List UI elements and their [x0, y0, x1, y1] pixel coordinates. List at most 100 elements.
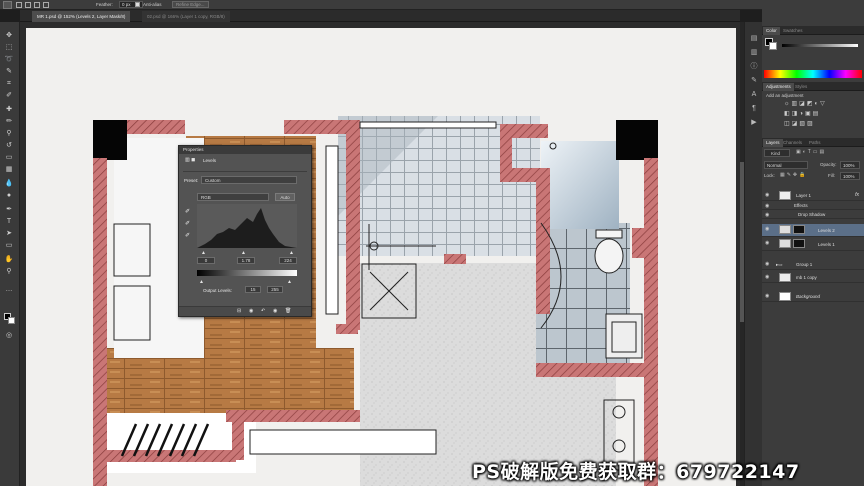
input-slider-mid-icon[interactable]: ▲ [241, 250, 246, 256]
layer-mask-thumbnail[interactable] [793, 225, 805, 234]
eyedropper-black-icon[interactable]: ✐ [185, 208, 190, 215]
gradient-tool-icon[interactable]: ▦ [3, 164, 15, 175]
blur-tool-icon[interactable]: 💧 [3, 178, 15, 189]
move-tool-icon[interactable]: ✥ [3, 30, 15, 41]
layer-mask-thumbnail[interactable] [793, 239, 805, 248]
output-white-field[interactable]: 255 [267, 286, 283, 293]
eyedropper-gray-icon[interactable]: ✐ [185, 220, 190, 227]
anti-alias-checkbox[interactable] [135, 2, 140, 7]
tab-paths[interactable]: Paths [806, 139, 824, 147]
layer-row-background[interactable]: ◉ Background [762, 291, 864, 302]
color-spectrum-bar[interactable] [764, 70, 862, 78]
dodge-tool-icon[interactable]: ● [3, 190, 15, 201]
document-tab-1[interactable]: MR 1.psd @ 152% (Levels 2, Layer Mask/8) [32, 11, 131, 22]
document-canvas[interactable] [26, 28, 736, 486]
visibility-eye-icon[interactable]: ◉ [765, 203, 769, 209]
preset-dropdown[interactable]: Custom [201, 176, 297, 184]
fill-field[interactable]: 100% [840, 172, 860, 180]
history-brush-icon[interactable]: ↺ [3, 140, 15, 151]
background-color-swatch[interactable] [8, 317, 15, 324]
character-icon[interactable]: A [749, 90, 759, 99]
output-slider-white-icon[interactable]: ▲ [287, 279, 292, 285]
visibility-eye-icon[interactable]: ◉ [765, 240, 769, 246]
input-mid-field[interactable]: 1.78 [237, 257, 255, 264]
output-black-field[interactable]: 15 [245, 286, 261, 293]
channel-dropdown[interactable]: RGB [197, 193, 269, 201]
layer-row-mb-1-copy[interactable]: ◉ mb 1 copy [762, 272, 864, 283]
edit-toolbar-icon[interactable]: … [3, 284, 15, 295]
history-icon[interactable]: ▤ [749, 34, 759, 43]
zoom-tool-icon[interactable]: ⚲ [3, 266, 15, 277]
layer-filter-icons[interactable]: ▣◐T▭▤ [796, 149, 826, 155]
marquee-tool-icon[interactable] [3, 1, 12, 9]
quick-select-icon[interactable]: ✎ [3, 66, 15, 77]
visibility-eye-icon[interactable]: ◉ [765, 293, 769, 299]
input-black-field[interactable]: 0 [197, 257, 215, 264]
path-select-icon[interactable]: ➤ [3, 228, 15, 239]
eyedropper-tool-icon[interactable]: ✐ [3, 90, 15, 101]
input-white-field[interactable]: 224 [279, 257, 297, 264]
adjustment-icons-row-1[interactable]: ☼▥◪◩◐▽ [784, 100, 827, 107]
healing-brush-icon[interactable]: ✚ [3, 104, 15, 115]
document-tab-2[interactable]: 02.psd @ 166% (Layer 1 copy, RGB/8) [142, 11, 230, 22]
layer-effects-row[interactable]: ◉ Effects [762, 201, 864, 210]
input-slider-black-icon[interactable]: ▲ [201, 250, 206, 256]
layer-row-layer-1[interactable]: ◉ Layer 1 fx [762, 190, 864, 201]
view-previous-icon[interactable]: ◉ [249, 308, 253, 314]
layer-row-levels-1[interactable]: ◉ Levels 1 [762, 238, 864, 251]
actions-icon[interactable]: ▶ [749, 118, 759, 127]
opacity-field[interactable]: 100% [840, 161, 860, 169]
lock-icons[interactable]: ▦✎✥🔒 [780, 172, 807, 178]
brush-tool-icon[interactable]: ✏ [3, 116, 15, 127]
clone-stamp-icon[interactable]: ⚲ [3, 128, 15, 139]
visibility-eye-icon[interactable]: ◉ [765, 212, 769, 218]
fx-icon[interactable]: fx [855, 192, 859, 198]
crop-tool-icon[interactable]: ⌗ [3, 78, 15, 89]
visibility-eye-icon[interactable]: ◉ [765, 226, 769, 232]
marquee-tool-icon[interactable]: ⬚ [3, 42, 15, 53]
adjustment-icons-row-2[interactable]: ◧◨◑▣▤ [784, 110, 820, 117]
refine-edge-button[interactable]: Refine Edge... [172, 1, 209, 8]
color-slider[interactable] [782, 44, 858, 47]
visibility-icon[interactable]: ◉ [273, 308, 277, 314]
paragraph-icon[interactable]: ¶ [749, 104, 759, 113]
eyedropper-white-icon[interactable]: ✐ [185, 232, 190, 239]
pen-tool-icon[interactable]: ✒ [3, 204, 15, 215]
selection-mode-icons[interactable] [16, 1, 76, 9]
lasso-tool-icon[interactable]: ➰ [3, 54, 15, 65]
tab-channels[interactable]: Channels [780, 139, 805, 147]
eraser-tool-icon[interactable]: ▭ [3, 152, 15, 163]
group-folder-icon[interactable]: ▸▭ [776, 262, 783, 268]
type-tool-icon[interactable]: T [3, 216, 15, 227]
output-slider-black-icon[interactable]: ▲ [199, 279, 204, 285]
quick-mask-icon[interactable]: ◎ [3, 330, 15, 341]
shape-tool-icon[interactable]: ▭ [3, 240, 15, 251]
blend-mode-dropdown[interactable]: Normal [764, 161, 808, 169]
delete-icon[interactable]: 🗑 [285, 308, 291, 314]
visibility-eye-icon[interactable]: ◉ [765, 274, 769, 280]
lock-label: Lock: [764, 173, 775, 178]
info-icon[interactable]: ⓘ [749, 62, 759, 71]
drop-shadow-row[interactable]: ◉ Drop Shadow [762, 210, 864, 219]
tab-color[interactable]: Color [763, 27, 780, 35]
brush-presets-icon[interactable]: ✎ [749, 76, 759, 85]
clip-to-layer-icon[interactable]: ⊟ [237, 308, 241, 314]
properties-panel[interactable]: Properties ▥ ◼ Levels Preset: Custom RGB… [178, 145, 312, 317]
layer-row-group-1[interactable]: ◉ ▸▭ Group 1 [762, 259, 864, 270]
visibility-eye-icon[interactable]: ◉ [765, 261, 769, 267]
input-slider-white-icon[interactable]: ▲ [289, 250, 294, 256]
reset-icon[interactable]: ↶ [261, 308, 265, 314]
tab-adjustments[interactable]: Adjustments [763, 83, 794, 91]
layer-filter-kind[interactable]: Kind [764, 149, 790, 157]
auto-button[interactable]: Auto [275, 193, 295, 201]
visibility-eye-icon[interactable]: ◉ [765, 192, 769, 198]
tab-swatches[interactable]: Swatches [780, 27, 806, 35]
adjustment-icons-row-3[interactable]: ◫◪▧▨ [784, 120, 815, 127]
properties-panel-header[interactable]: Properties [179, 146, 311, 154]
color-background-swatch[interactable] [769, 42, 777, 50]
layer-row-levels-2[interactable]: ◉ Levels 2 [762, 224, 864, 237]
tab-styles[interactable]: Styles [792, 83, 810, 91]
hand-tool-icon[interactable]: ✋ [3, 254, 15, 265]
lock-row: Lock: ▦✎✥🔒 Fill: 100% [764, 172, 862, 181]
properties-dock-icon[interactable]: ▥ [749, 48, 759, 57]
